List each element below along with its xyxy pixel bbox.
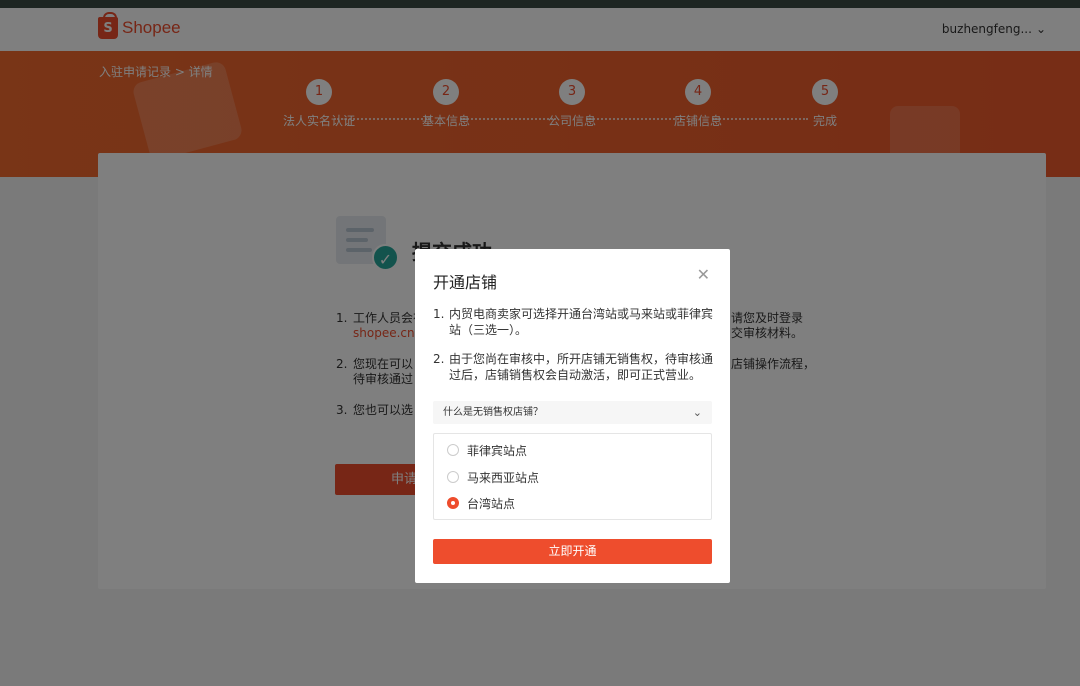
site-options: 菲律宾站点 马来西亚站点 台湾站点 [433, 433, 712, 520]
option-label: 马来西亚站点 [467, 470, 540, 485]
option-label: 菲律宾站点 [467, 443, 528, 458]
faq-label: 什么是无销售权店铺？ [443, 407, 543, 418]
faq-collapse[interactable]: 什么是无销售权店铺？ ⌄ [433, 401, 712, 424]
open-now-button[interactable]: 立即开通 [433, 539, 712, 564]
close-icon[interactable]: ✕ [697, 265, 710, 284]
list-item: 1. 内贸电商卖家可选择开通台湾站或马来站或菲律宾站（三选一）。 [433, 307, 714, 337]
option-label: 台湾站点 [467, 496, 516, 511]
open-shop-dialog: 开通店铺 ✕ 1. 内贸电商卖家可选择开通台湾站或马来站或菲律宾站（三选一）。 … [415, 249, 730, 583]
radio-icon[interactable] [447, 444, 459, 456]
option-philippines[interactable]: 菲律宾站点 [447, 440, 527, 460]
dialog-title: 开通店铺 [433, 273, 498, 292]
option-taiwan[interactable]: 台湾站点 [447, 493, 515, 513]
dialog-notes: 1. 内贸电商卖家可选择开通台湾站或马来站或菲律宾站（三选一）。 2. 由于您尚… [433, 306, 713, 396]
list-item: 2. 由于您尚在审核中，所开店铺无销售权，待审核通过后，店铺销售权会自动激活，即… [433, 352, 714, 382]
option-malaysia[interactable]: 马来西亚站点 [447, 467, 539, 487]
chevron-down-icon: ⌄ [692, 406, 702, 419]
radio-selected-icon[interactable] [447, 497, 459, 509]
radio-icon[interactable] [447, 471, 459, 483]
